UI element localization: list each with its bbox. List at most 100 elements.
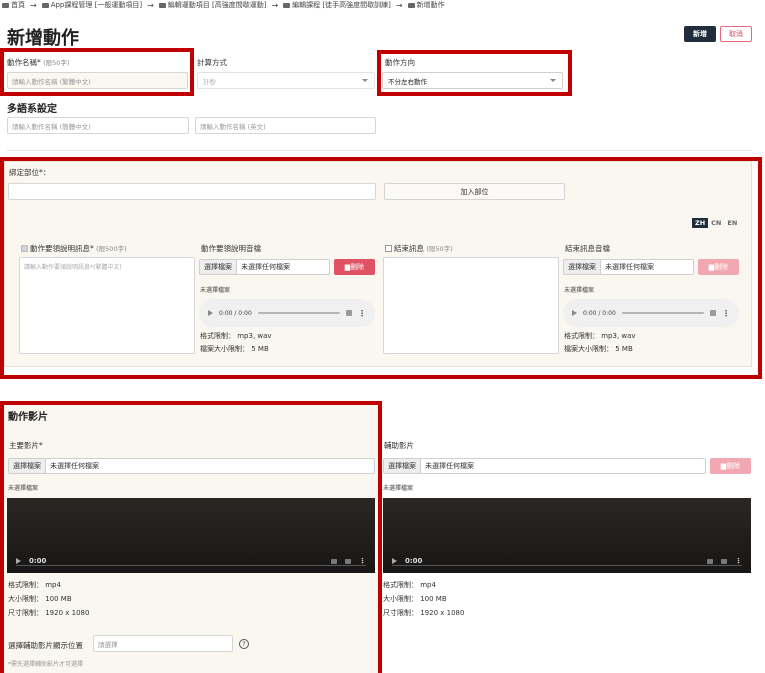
breadcrumb-item-2[interactable]: 編輯運動項目 [高強度間歇運動] xyxy=(168,0,267,10)
desc-audio-file[interactable]: 選擇檔案 未選擇任何檔案 xyxy=(199,259,330,275)
main-video-size: 大小限制： 100 MB xyxy=(8,595,72,603)
aux-video-dimension: 尺寸限制： 1920 x 1080 xyxy=(383,609,465,617)
video-time: 0:00 xyxy=(405,557,423,565)
play-icon[interactable] xyxy=(572,310,577,316)
aux-position-select[interactable]: 請選擇 xyxy=(93,635,233,652)
choose-file-button[interactable]: 選擇檔案 xyxy=(200,260,237,274)
page-title: 新增動作 xyxy=(7,28,79,49)
breadcrumb-item-3[interactable]: 編輯課程 [徒手高強度間歇訓練] xyxy=(292,0,391,10)
aux-video-player[interactable]: 0:00 ⋮ xyxy=(383,498,751,573)
video-progress[interactable] xyxy=(16,565,366,566)
more-icon[interactable]: ⋮ xyxy=(735,557,742,565)
breadcrumb-home[interactable]: 首頁 xyxy=(11,0,25,10)
desc-textarea[interactable]: 請輸入動作要領說明訊息*(繁體中文) xyxy=(19,257,195,354)
folder-icon xyxy=(158,2,166,8)
main-video-label: 主要影片* xyxy=(9,441,43,450)
file-name: 未選擇任何檔案 xyxy=(605,263,654,271)
aux-video-size: 大小限制： 100 MB xyxy=(383,595,447,603)
choose-file-button[interactable]: 選擇檔案 xyxy=(384,459,421,473)
arrow-right-icon: → xyxy=(271,0,279,10)
breadcrumb-item-4: 新增動作 xyxy=(416,1,445,9)
fullscreen-icon[interactable] xyxy=(721,558,727,564)
audio-time: 0:00 / 0:00 xyxy=(219,309,252,317)
aux-video-delete-button[interactable]: ▆ 刪除 xyxy=(710,458,751,474)
file-name: 未選擇任何檔案 xyxy=(241,263,290,271)
tab-en[interactable]: EN xyxy=(724,218,740,228)
binding-input[interactable] xyxy=(8,183,376,200)
cancel-button[interactable]: 取消 xyxy=(720,26,752,42)
aux-video-label: 輔助影片 xyxy=(384,441,414,450)
desc-audio-size: 檔案大小限制： 5 MB xyxy=(200,345,269,353)
divider xyxy=(7,150,752,151)
end-audio-size: 檔案大小限制： 5 MB xyxy=(564,345,633,353)
breadcrumb: 首頁 → App課程管理 [一般運動項目] → 編輯運動項目 [高強度間歇運動]… xyxy=(2,0,445,10)
play-icon[interactable] xyxy=(208,310,213,316)
end-audio-format: 格式限制： mp3, wav xyxy=(564,332,636,340)
direction-label: 動作方向 xyxy=(385,58,415,67)
desc-label: 動作要領說明訊息* (限500字) xyxy=(21,243,127,254)
end-audio-status: 未選擇檔案 xyxy=(564,287,595,294)
volume-icon[interactable] xyxy=(707,558,713,564)
main-video-file[interactable]: 選擇檔案 未選擇任何檔案 xyxy=(8,458,375,474)
name-simplified-input[interactable]: 請輸入動作名稱 (簡體中文) xyxy=(7,117,189,134)
aux-note: *需先選擇輔助影片才可選擇 xyxy=(8,661,84,668)
chevron-down-icon xyxy=(362,79,368,82)
aux-video-format: 格式限制： mp4 xyxy=(383,581,436,589)
aux-video-file[interactable]: 選擇檔案 未選擇任何檔案 xyxy=(383,458,706,474)
end-textarea[interactable] xyxy=(383,257,559,354)
desc-audio-format: 格式限制： mp3, wav xyxy=(200,332,272,340)
folder-icon xyxy=(41,2,49,8)
name-input[interactable]: 請輸入動作名稱 (繁體中文) xyxy=(7,72,188,89)
desc-audio-label: 動作要領說明音檔 xyxy=(201,244,261,253)
home-icon xyxy=(2,2,9,8)
arrow-right-icon: → xyxy=(30,0,37,10)
binding-label: 綁定部位*： xyxy=(9,168,51,177)
breadcrumb-item-1[interactable]: App課程管理 [一般運動項目] xyxy=(51,0,142,10)
desc-audio-player[interactable]: 0:00 / 0:00 ⋮ xyxy=(199,299,375,327)
choose-file-button[interactable]: 選擇檔案 xyxy=(564,260,601,274)
direction-select[interactable]: 不分左右動作 xyxy=(382,72,563,89)
file-name: 未選擇任何檔案 xyxy=(425,462,474,470)
name-label: 動作名稱* (限50字) xyxy=(7,58,70,67)
name-english-input[interactable]: 請輸入動作名稱 (英文) xyxy=(195,117,376,134)
volume-icon[interactable] xyxy=(331,558,337,564)
play-icon[interactable] xyxy=(392,558,397,564)
video-progress[interactable] xyxy=(392,565,742,566)
calc-label: 計算方式 xyxy=(197,58,227,67)
chevron-down-icon xyxy=(550,79,556,82)
arrow-right-icon: → xyxy=(147,0,154,10)
desc-audio-delete-button[interactable]: ▆ 刪除 xyxy=(334,259,375,275)
audio-progress[interactable] xyxy=(257,312,340,314)
aux-video-status: 未選擇檔案 xyxy=(383,485,414,492)
add-button[interactable]: 新增 xyxy=(684,26,716,42)
more-icon[interactable]: ⋮ xyxy=(359,557,366,565)
language-tabs: ZH CN EN xyxy=(692,218,740,228)
end-label: 結束訊息 (限50字) xyxy=(385,243,453,254)
end-audio-player[interactable]: 0:00 / 0:00 ⋮ xyxy=(563,299,739,327)
tab-zh[interactable]: ZH xyxy=(692,218,709,228)
desc-audio-status: 未選擇檔案 xyxy=(200,287,231,294)
more-icon[interactable]: ⋮ xyxy=(358,309,366,318)
audio-progress[interactable] xyxy=(621,312,704,314)
end-audio-file[interactable]: 選擇檔案 未選擇任何檔案 xyxy=(563,259,694,275)
end-audio-delete-button[interactable]: ▆ 刪除 xyxy=(698,259,739,275)
help-icon[interactable]: ? xyxy=(239,639,249,649)
tab-cn[interactable]: CN xyxy=(708,218,724,228)
calc-select[interactable]: 計秒 xyxy=(197,72,375,89)
choose-file-button[interactable]: 選擇檔案 xyxy=(9,459,46,473)
arrow-right-icon: → xyxy=(395,0,403,10)
volume-icon[interactable] xyxy=(710,310,716,316)
more-icon[interactable]: ⋮ xyxy=(722,309,730,318)
add-part-button[interactable]: 加入部位 xyxy=(384,183,565,200)
volume-icon[interactable] xyxy=(346,310,352,316)
play-icon[interactable] xyxy=(16,558,21,564)
audio-time: 0:00 / 0:00 xyxy=(583,309,616,317)
multilang-title: 多語系設定 xyxy=(7,104,57,115)
aux-position-label: 選擇輔助影片顯示位置 xyxy=(8,641,83,650)
fullscreen-icon[interactable] xyxy=(345,558,351,564)
desc-checkbox[interactable] xyxy=(21,245,28,252)
main-video-format: 格式限制： mp4 xyxy=(8,581,61,589)
end-checkbox[interactable] xyxy=(385,245,392,252)
video-time: 0:00 xyxy=(29,557,47,565)
main-video-player[interactable]: 0:00 ⋮ xyxy=(7,498,375,573)
